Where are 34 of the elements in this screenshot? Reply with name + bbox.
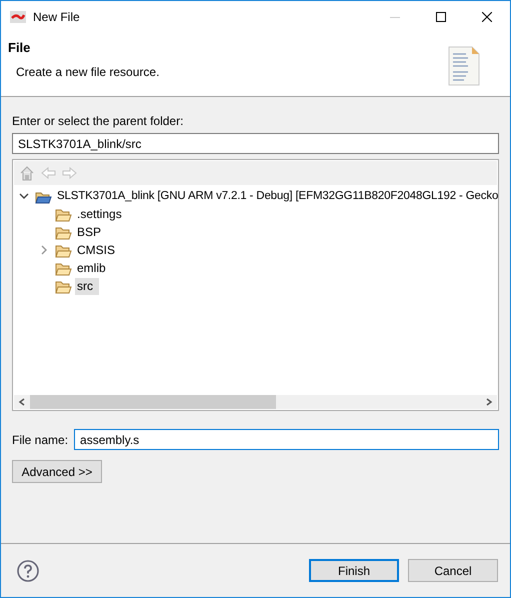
tree-item[interactable]: SLSTK3701A_blink [GNU ARM v7.2.1 - Debug] [EFM32GG11B820F2048GL192 - Gecko [55,188,498,204]
file-name-input-field[interactable]: assembly.s [74,429,499,450]
field-label: File name: [12,432,68,446]
folder-icon [55,278,72,294]
tree-item[interactable]: BSP [75,224,104,240]
document-icon [448,46,480,86]
tree-item[interactable]: emlib [75,260,108,276]
home-icon [19,165,35,181]
window-title: New File [33,10,80,24]
tree-item[interactable]: CMSIS [75,242,118,258]
page-description: Create a new file resource. [16,65,160,79]
folder-input-field[interactable]: SLSTK3701A_blink/src [12,133,499,154]
close-icon [482,12,492,22]
forward-arrow-icon [61,165,77,181]
help-icon[interactable] [17,560,39,582]
page-title: File [8,40,32,55]
scroll-right-icon[interactable] [485,398,493,406]
tree-item[interactable]: src [75,278,99,294]
scroll-left-icon[interactable] [18,398,26,406]
advanced-button[interactable]: Advanced >> [12,460,102,483]
scrollbar-thumb[interactable] [30,395,276,409]
horizontal-scrollbar[interactable] [14,395,497,409]
dialog-button[interactable]: Cancel [408,559,498,582]
maximize-icon [436,12,446,22]
folder-icon [55,260,72,276]
folder-icon [55,242,72,258]
chevron-icon[interactable] [19,191,29,201]
back-arrow-icon [40,165,56,181]
field-label: Enter or select the parent folder: [12,114,184,128]
folder-icon [55,224,72,240]
app-logo-icon [10,10,26,22]
dialog-button[interactable]: Finish [309,559,399,582]
folder-icon [55,206,72,222]
tree-item[interactable]: .settings [75,206,124,222]
